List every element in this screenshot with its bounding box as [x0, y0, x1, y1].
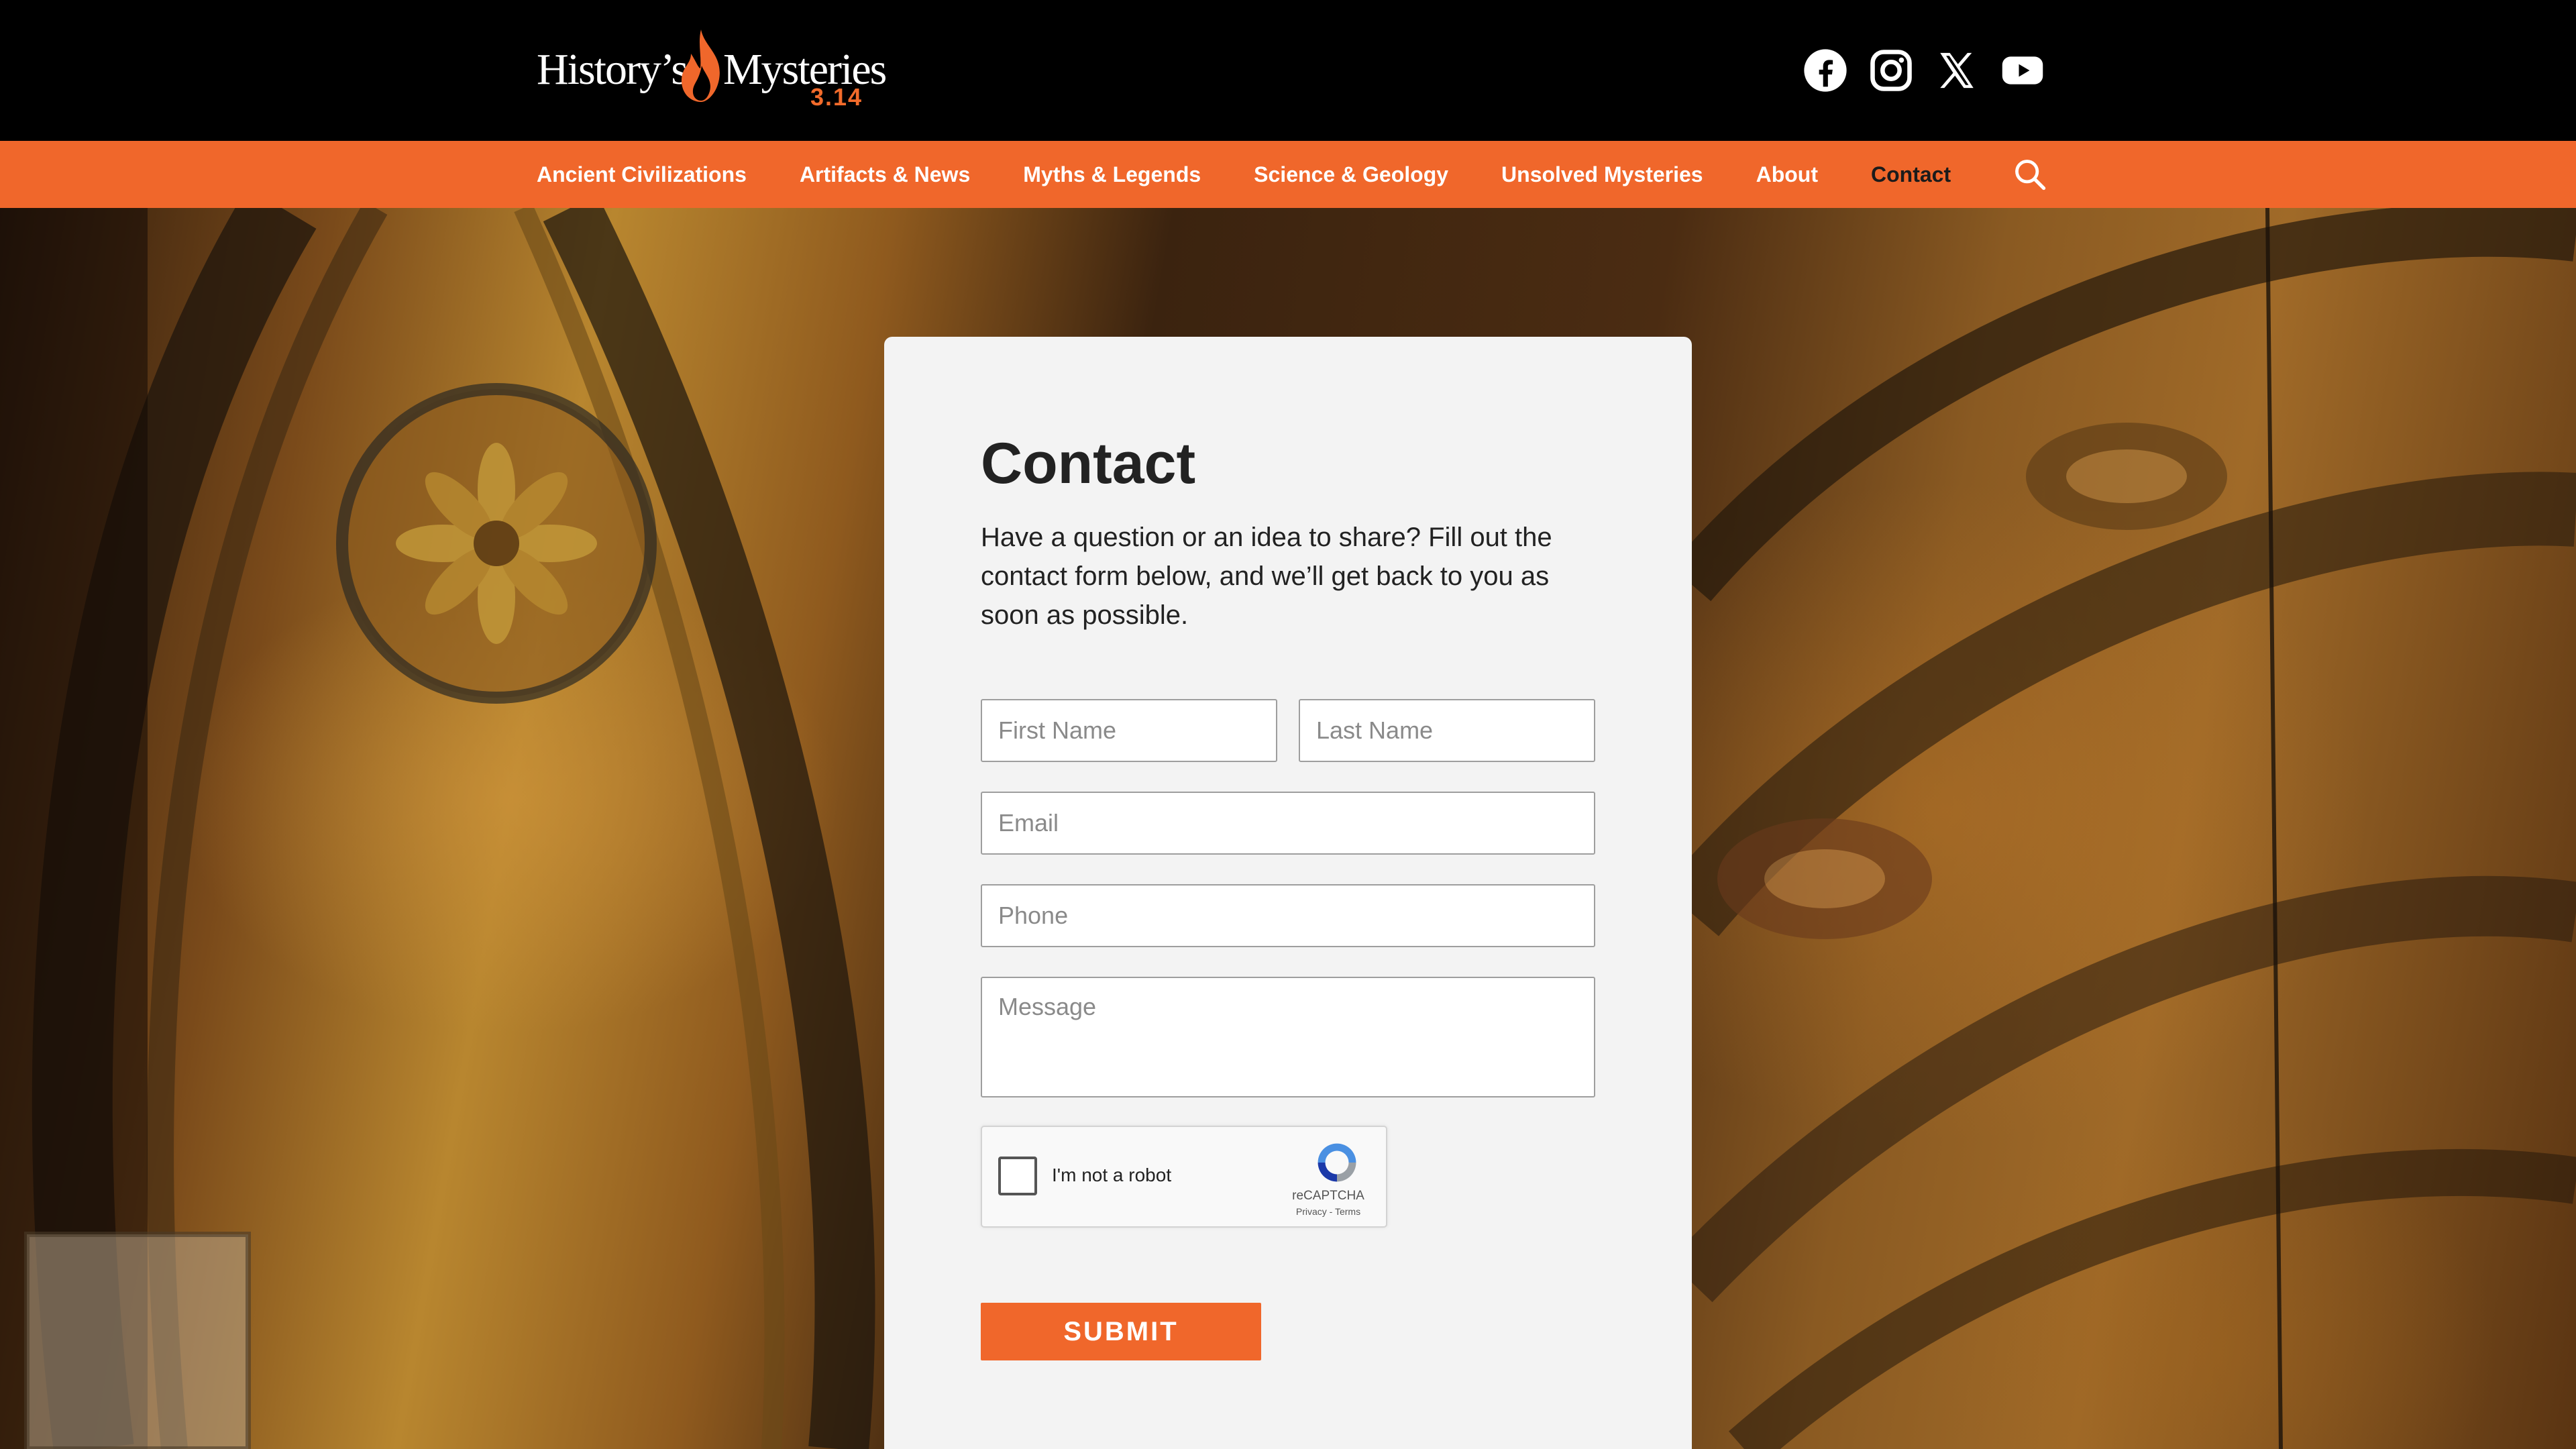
flame-icon: [682, 30, 720, 102]
social-links: [1802, 47, 2046, 94]
submit-button[interactable]: SUBMIT: [981, 1303, 1261, 1360]
x-twitter-icon[interactable]: [1933, 47, 1980, 94]
facebook-icon[interactable]: [1802, 47, 1849, 94]
nav-item-science-geology[interactable]: Science & Geology: [1254, 162, 1448, 187]
last-name-field[interactable]: [1299, 699, 1595, 762]
logo-version: 3.14: [810, 83, 863, 111]
site-logo[interactable]: History’s Mysteries 3.14: [537, 27, 887, 121]
logo-text-left: History’s: [537, 45, 688, 94]
search-icon[interactable]: [2012, 157, 2047, 192]
nav-item-ancient-civilizations[interactable]: Ancient Civilizations: [537, 162, 747, 187]
email-field[interactable]: [981, 792, 1595, 855]
nav-item-unsolved-mysteries[interactable]: Unsolved Mysteries: [1501, 162, 1703, 187]
recaptcha-widget: I'm not a robot reCAPTCHA Privacy - Term…: [981, 1126, 1387, 1228]
top-bar: History’s Mysteries 3.14: [0, 0, 2576, 141]
contact-page: History’s Mysteries 3.14 Ancient Civiliz…: [0, 0, 2576, 1449]
recaptcha-links[interactable]: Privacy - Terms: [1280, 1206, 1377, 1217]
nav-item-about[interactable]: About: [1756, 162, 1818, 187]
instagram-icon[interactable]: [1868, 47, 1915, 94]
recaptcha-brand: reCAPTCHA: [1292, 1189, 1364, 1203]
contact-card: Contact Have a question or an idea to sh…: [884, 337, 1692, 1449]
recaptcha-label: I'm not a robot: [1052, 1165, 1172, 1185]
recaptcha-checkbox[interactable]: [998, 1157, 1037, 1195]
message-field[interactable]: [981, 977, 1595, 1097]
youtube-icon[interactable]: [1999, 47, 2046, 94]
contact-intro: Have a question or an idea to share? Fil…: [981, 523, 1552, 630]
page-title: Contact: [981, 431, 1196, 496]
nav-item-artifacts-news[interactable]: Artifacts & News: [800, 162, 970, 187]
nav-item-contact[interactable]: Contact: [1871, 162, 1951, 187]
nav-items: Ancient Civilizations Artifacts & News M…: [537, 141, 2004, 208]
first-name-field[interactable]: [981, 699, 1277, 762]
phone-field[interactable]: [981, 884, 1595, 947]
nav-item-myths-legends[interactable]: Myths & Legends: [1023, 162, 1201, 187]
recaptcha-logo-icon: [1318, 1143, 1356, 1182]
main-nav: Ancient Civilizations Artifacts & News M…: [0, 141, 2576, 208]
